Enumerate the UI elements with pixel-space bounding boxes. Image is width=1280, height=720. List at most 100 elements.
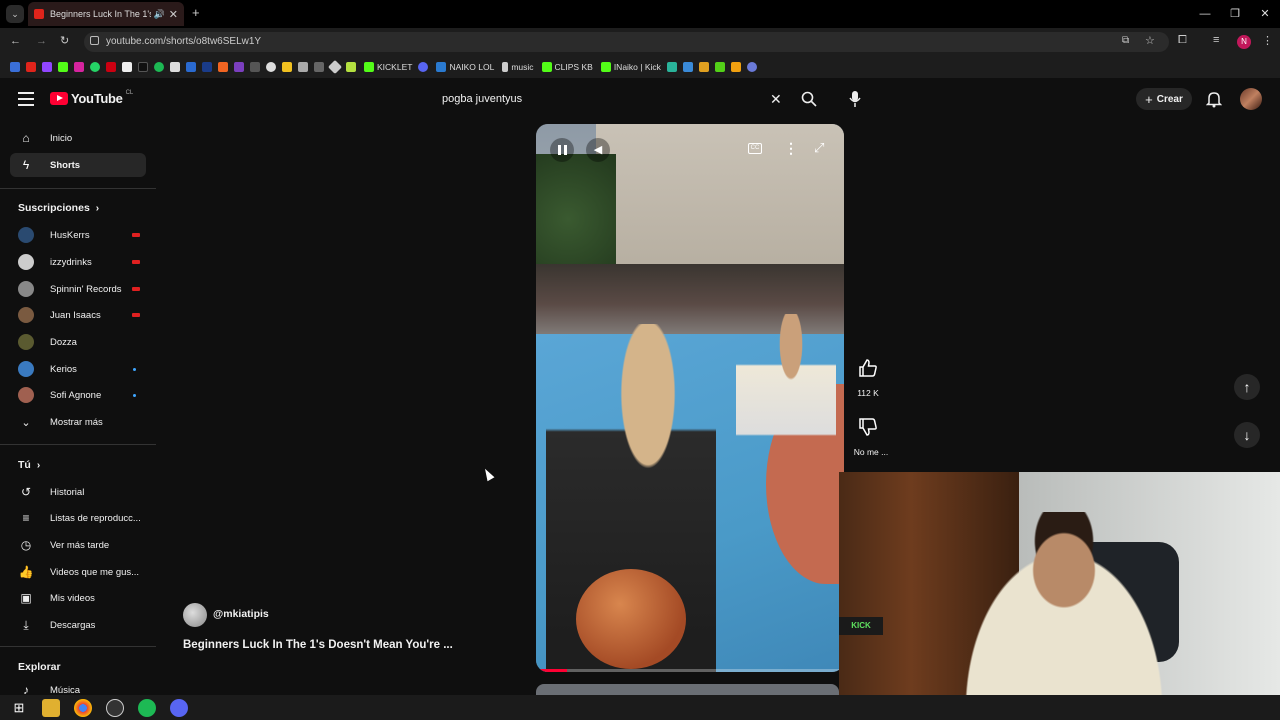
sidebar-item-ver-mas-tarde[interactable]: ◷ Ver más tarde (10, 533, 146, 557)
sidebar-item-listas[interactable]: ≡ Listas de reproducc... (10, 506, 146, 530)
search-input[interactable]: pogba juventyus (432, 88, 792, 110)
bookmark-tiktok-icon[interactable] (138, 62, 148, 72)
browser-menu-icon[interactable]: ⋮ (1262, 34, 1273, 47)
previous-short-button[interactable]: ↑ (1234, 374, 1260, 400)
sidebar-item-shorts[interactable]: ϟ Shorts (10, 153, 146, 177)
bookmark-dark-blue-icon[interactable] (202, 62, 212, 72)
windows-start-icon[interactable]: ⊞ (10, 699, 28, 717)
bookmark-x-icon[interactable] (122, 62, 132, 72)
bookmark-gray-icon[interactable] (250, 62, 260, 72)
subscription-juan-isaacs[interactable]: Juan Isaacs (10, 303, 146, 327)
subscription-huskerrs[interactable]: HusKerrs (10, 223, 146, 247)
bookmark-blue-icon[interactable] (186, 62, 196, 72)
url-field[interactable]: youtube.com/shorts/o8tw6SELw1Y (84, 32, 1169, 52)
subscriptions-heading[interactable]: Suscripciones › (18, 202, 99, 214)
bookmark-purple-icon[interactable] (234, 62, 244, 72)
video-progress-bar[interactable] (536, 669, 844, 672)
bookmark-chrome-icon[interactable] (266, 62, 276, 72)
account-avatar[interactable] (1240, 88, 1262, 110)
new-tab-button[interactable]: + (192, 5, 200, 20)
sidebar-item-mis-videos[interactable]: ▣ Mis videos (10, 586, 146, 610)
bookmark-lime-icon[interactable] (714, 62, 725, 72)
sidebar-item-inicio[interactable]: ⌂ Inicio (10, 126, 146, 150)
sidebar-item-historial[interactable]: ↺ Historial (10, 480, 146, 504)
bookmark-orange-icon[interactable] (218, 62, 228, 72)
bookmark-instagram-icon[interactable] (74, 62, 84, 72)
show-more-button[interactable]: ⌄ Mostrar más (10, 410, 146, 434)
media-control-icon[interactable]: ≡ (1213, 34, 1219, 46)
search-icon[interactable] (800, 90, 818, 108)
dislike-icon[interactable] (856, 415, 880, 439)
file-explorer-icon[interactable] (42, 698, 60, 717)
subscription-sofi-agnone[interactable]: Sofi Agnone (10, 383, 146, 407)
notifications-bell-icon[interactable] (1206, 90, 1222, 108)
extensions-icon[interactable]: ⧠ (1178, 34, 1187, 47)
youtube-logo[interactable]: YouTube CL (50, 90, 133, 106)
create-button[interactable]: + Crear (1136, 88, 1192, 110)
obs-icon[interactable] (106, 698, 124, 717)
bookmark-star-icon[interactable]: ☆ (1145, 34, 1155, 47)
bookmark-spotify-icon[interactable] (154, 62, 164, 72)
more-options-icon[interactable]: ⋮ (784, 140, 798, 157)
bookmark-grey2-icon[interactable] (314, 62, 324, 72)
bookmark-naiko-lol[interactable]: NAIKO LOL (436, 62, 494, 72)
bookmark-discord-icon[interactable] (418, 62, 429, 72)
mic-icon[interactable] (848, 90, 862, 108)
clear-search-icon[interactable]: ✕ (770, 91, 782, 108)
bookmark-music[interactable]: music (502, 62, 534, 72)
bookmark-magnet-icon[interactable] (730, 62, 741, 72)
you-heading[interactable]: Tú › (18, 459, 40, 471)
forward-icon[interactable]: → (36, 35, 47, 47)
subscription-izzydrinks[interactable]: izzydrinks (10, 250, 146, 274)
profile-icon[interactable]: N (1237, 35, 1251, 49)
bookmark-s-icon[interactable] (170, 62, 180, 72)
subscription-dozza[interactable]: Dozza (10, 330, 146, 354)
site-info-icon[interactable] (90, 36, 99, 45)
bookmark-twitch-icon[interactable] (42, 62, 52, 72)
bookmark-kick-icon[interactable] (58, 62, 68, 72)
sidebar-item-videos-gustan[interactable]: 👍 Videos que me gus... (10, 560, 146, 584)
volume-icon[interactable]: ◀ (586, 138, 610, 162)
sidebar-item-musica[interactable]: ♪ Música (10, 678, 146, 695)
close-window-icon[interactable]: ✕ (1250, 0, 1280, 28)
sidebar-item-descargas[interactable]: ⤓ Descargas (10, 613, 146, 637)
bookmark-youtube-icon[interactable] (26, 62, 36, 72)
captions-icon[interactable]: CC (748, 143, 762, 154)
bookmark-clips-kb[interactable]: CLIPS KB (541, 62, 593, 72)
bookmark-diamond-icon[interactable] (327, 59, 343, 75)
channel-avatar[interactable] (183, 603, 207, 627)
spotify-icon[interactable] (138, 698, 156, 717)
bookmark-refresh-icon[interactable] (746, 62, 757, 72)
bookmark-cat-icon[interactable] (298, 62, 308, 72)
bookmark-whatsapp-icon[interactable] (90, 62, 100, 72)
tab-audio-icon[interactable]: 🔊 (154, 9, 165, 20)
short-video-player[interactable]: ◀ CC ⋮ ⤢ (536, 124, 844, 672)
bookmark-teal-icon[interactable] (666, 62, 677, 72)
discord-icon[interactable] (170, 698, 188, 717)
tab-list-button[interactable]: ⌄ (6, 5, 24, 23)
tab-close-icon[interactable]: ✕ (169, 8, 178, 21)
back-icon[interactable]: ← (10, 35, 21, 47)
bookmark-amber-icon[interactable] (698, 62, 709, 72)
bookmark-bars-icon[interactable] (682, 62, 693, 72)
subscription-spinnin-records[interactable]: Spinnin' Records (10, 277, 146, 301)
apps-grid-icon[interactable] (10, 62, 20, 72)
like-icon[interactable] (856, 356, 880, 380)
install-app-icon[interactable]: ⧉ (1122, 35, 1129, 46)
bookmark-green-icon[interactable] (346, 62, 356, 72)
pause-button[interactable] (550, 138, 574, 162)
menu-icon[interactable] (18, 92, 34, 106)
reload-icon[interactable]: ↻ (60, 34, 69, 47)
next-short-button[interactable]: ↓ (1234, 422, 1260, 448)
restore-icon[interactable]: ❐ (1220, 0, 1250, 28)
fullscreen-icon[interactable]: ⤢ (814, 140, 824, 156)
bookmark-inaiko-kick[interactable]: INaiko | Kick (600, 62, 661, 72)
bookmark-yellow-icon[interactable] (282, 62, 292, 72)
bookmark-kicklet[interactable]: KICKLET (364, 62, 412, 72)
channel-name[interactable]: @mkiatipis (213, 608, 269, 620)
browser-tab[interactable]: Beginners Luck In The 1's D 🔊 ✕ (28, 2, 184, 26)
bookmark-red-icon[interactable] (106, 62, 116, 72)
minimize-icon[interactable]: — (1190, 0, 1220, 28)
chrome-icon[interactable] (74, 698, 92, 717)
subscription-kerios[interactable]: Kerios (10, 357, 146, 381)
